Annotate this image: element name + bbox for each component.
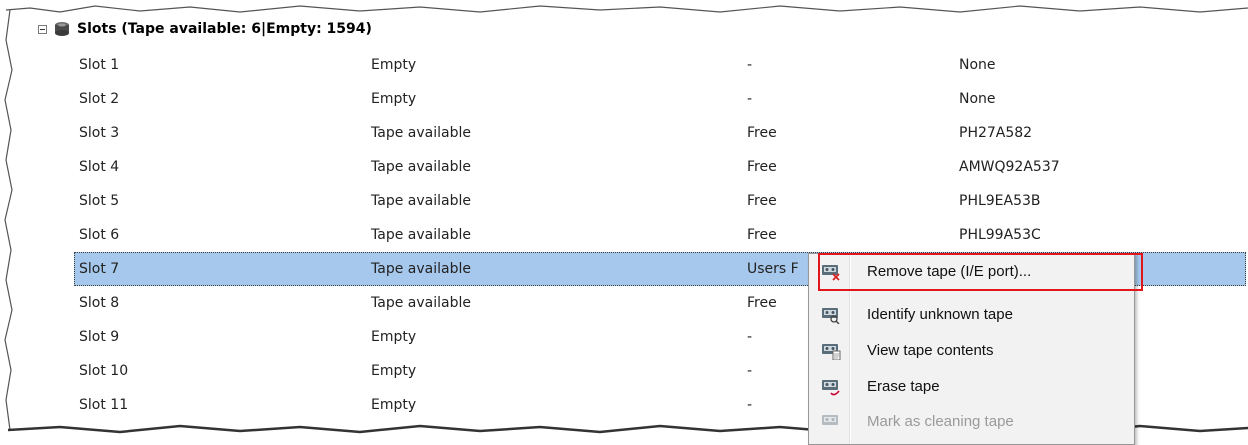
slot-name-cell: Slot 6	[79, 227, 120, 243]
tape-identify-icon	[821, 306, 841, 325]
status-cell: Empty	[371, 329, 417, 345]
table-row[interactable]: Slot 2 Empty - None	[74, 82, 1246, 116]
menu-item-label: Erase tape	[867, 378, 940, 395]
menu-item-label: Remove tape (I/E port)...	[867, 263, 1032, 280]
menu-item-label: View tape contents	[867, 342, 994, 359]
media-pool-cell: Users F	[747, 261, 799, 277]
media-pool-cell: -	[747, 91, 753, 107]
collapse-toggle-icon[interactable]	[38, 24, 47, 34]
table-row[interactable]: Slot 3 Tape available Free PH27A582	[74, 116, 1246, 150]
barcode-cell: PHL9EA53B	[959, 193, 1041, 209]
media-pool-cell: -	[747, 397, 753, 413]
status-cell: Empty	[371, 397, 417, 413]
slot-name-cell: Slot 4	[79, 159, 120, 175]
media-pool-cell: Free	[747, 227, 777, 243]
status-cell: Empty	[371, 91, 417, 107]
slot-name-cell: Slot 3	[79, 125, 120, 141]
menu-item-erase-tape[interactable]: Erase tape	[809, 370, 1134, 404]
media-pool-cell: -	[747, 57, 753, 73]
media-pool-cell: Free	[747, 125, 777, 141]
status-cell: Empty	[371, 363, 417, 379]
media-pool-cell: Free	[747, 193, 777, 209]
tape-view-icon	[821, 342, 841, 361]
media-pool-cell: Free	[747, 159, 777, 175]
table-row[interactable]: Slot 6 Tape available Free PHL99A53C	[74, 218, 1246, 252]
table-row[interactable]: Slot 4 Tape available Free AMWQ92A537	[74, 150, 1246, 184]
menu-item-view-tape-contents[interactable]: View tape contents	[809, 334, 1134, 368]
media-pool-cell: -	[747, 363, 753, 379]
slot-name-cell: Slot 8	[79, 295, 120, 311]
barcode-cell: PHL99A53C	[959, 227, 1041, 243]
slot-name-cell: Slot 11	[79, 397, 129, 413]
barcode-cell: None	[959, 57, 996, 73]
status-cell: Tape available	[371, 295, 471, 311]
tape-remove-icon	[821, 263, 841, 281]
status-cell: Tape available	[371, 193, 471, 209]
slots-group-header[interactable]: Slots (Tape available: 6|Empty: 1594)	[38, 18, 372, 40]
slot-name-cell: Slot 5	[79, 193, 120, 209]
slot-name-cell: Slot 7	[79, 261, 120, 277]
menu-item-identify-unknown-tape[interactable]: Identify unknown tape	[809, 298, 1134, 332]
media-pool-cell: Free	[747, 295, 777, 311]
barcode-cell: None	[959, 91, 996, 107]
status-cell: Tape available	[371, 261, 471, 277]
menu-item-label: Mark as cleaning tape	[867, 413, 1014, 430]
media-pool-cell: -	[747, 329, 753, 345]
slot-name-cell: Slot 10	[79, 363, 129, 379]
status-cell: Empty	[371, 57, 417, 73]
barcode-cell: AMWQ92A537	[959, 159, 1060, 175]
menu-item-label: Identify unknown tape	[867, 306, 1013, 323]
table-row[interactable]: Slot 5 Tape available Free PHL9EA53B	[74, 184, 1246, 218]
tape-erase-icon	[821, 378, 841, 396]
table-row[interactable]: Slot 1 Empty - None	[74, 48, 1246, 82]
slot-name-cell: Slot 9	[79, 329, 120, 345]
slot-name-cell: Slot 2	[79, 91, 120, 107]
tape-cleaning-icon	[821, 413, 841, 431]
status-cell: Tape available	[371, 227, 471, 243]
tape-stack-icon	[55, 22, 69, 36]
section-title: Slots (Tape available: 6|Empty: 1594)	[77, 21, 372, 37]
status-cell: Tape available	[371, 159, 471, 175]
status-cell: Tape available	[371, 125, 471, 141]
context-menu: Remove tape (I/E port)... Identify unkno…	[808, 253, 1143, 445]
menu-item-remove-tape-i-e-port[interactable]: Remove tape (I/E port)...	[818, 253, 1143, 291]
barcode-cell: PH27A582	[959, 125, 1033, 141]
slot-name-cell: Slot 1	[79, 57, 120, 73]
